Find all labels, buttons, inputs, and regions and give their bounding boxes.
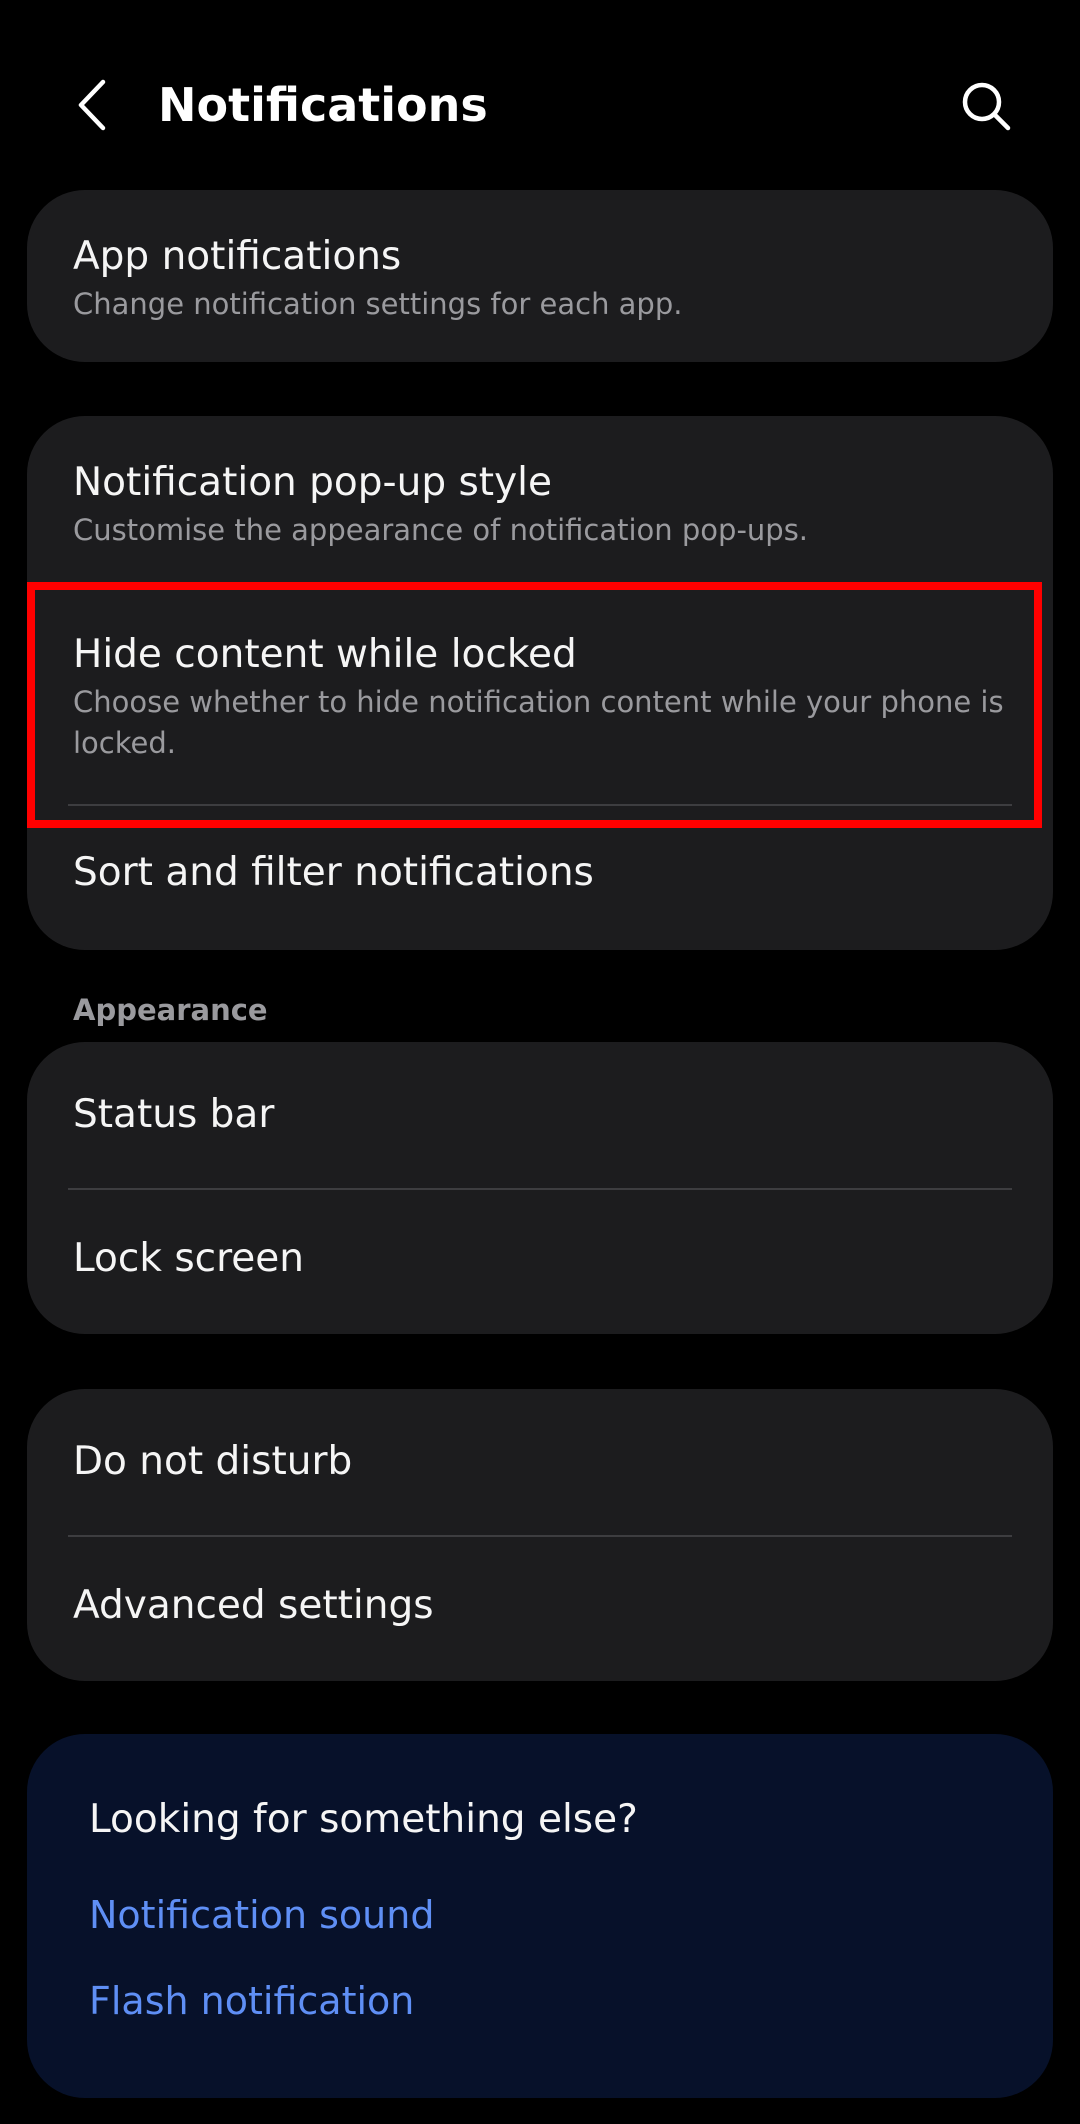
status-bar-title: Status bar xyxy=(73,1092,275,1137)
hide-content-subtitle: Choose whether to hide notification cont… xyxy=(73,685,1004,760)
advanced-settings-title: Advanced settings xyxy=(73,1583,434,1628)
popup-style-title: Notification pop-up style xyxy=(73,460,553,505)
more-settings-card: Do not disturb Advanced settings xyxy=(27,1389,1053,1681)
section-header-appearance: Appearance xyxy=(73,993,268,1027)
suggestions-card: Looking for something else? Notification… xyxy=(27,1734,1053,2098)
chevron-left-icon xyxy=(78,79,106,131)
appearance-card: Status bar Lock screen xyxy=(27,1042,1053,1334)
notification-options-card: Notification pop-up style Customise the … xyxy=(27,416,1053,950)
hide-content-title: Hide content while locked xyxy=(73,632,577,677)
page-title: Notifications xyxy=(158,78,488,132)
status-bar-item[interactable]: Status bar xyxy=(27,1042,1053,1188)
back-button[interactable] xyxy=(62,70,122,140)
do-not-disturb-title: Do not disturb xyxy=(73,1439,353,1484)
app-notifications-item[interactable]: App notifications Change notification se… xyxy=(27,190,1053,362)
flash-notification-link[interactable]: Flash notification xyxy=(89,1976,414,2026)
search-button[interactable] xyxy=(954,74,1018,138)
advanced-settings-item[interactable]: Advanced settings xyxy=(27,1537,1053,1681)
lock-screen-item[interactable]: Lock screen xyxy=(27,1190,1053,1334)
app-notifications-subtitle: Change notification settings for each ap… xyxy=(73,287,683,321)
suggestions-title: Looking for something else? xyxy=(89,1797,638,1842)
top-app-bar: Notifications xyxy=(0,0,1080,190)
popup-style-subtitle: Customise the appearance of notification… xyxy=(73,513,809,547)
hide-content-item[interactable]: Hide content while locked Choose whether… xyxy=(27,586,1053,804)
search-icon xyxy=(962,82,1011,131)
sort-filter-item[interactable]: Sort and filter notifications xyxy=(27,806,1053,950)
sort-filter-title: Sort and filter notifications xyxy=(73,850,594,895)
popup-style-item[interactable]: Notification pop-up style Customise the … xyxy=(27,416,1053,586)
lock-screen-title: Lock screen xyxy=(73,1236,304,1281)
app-notifications-card: App notifications Change notification se… xyxy=(27,190,1053,362)
do-not-disturb-item[interactable]: Do not disturb xyxy=(27,1389,1053,1535)
notification-sound-link[interactable]: Notification sound xyxy=(89,1890,434,1940)
app-notifications-title: App notifications xyxy=(73,234,402,279)
